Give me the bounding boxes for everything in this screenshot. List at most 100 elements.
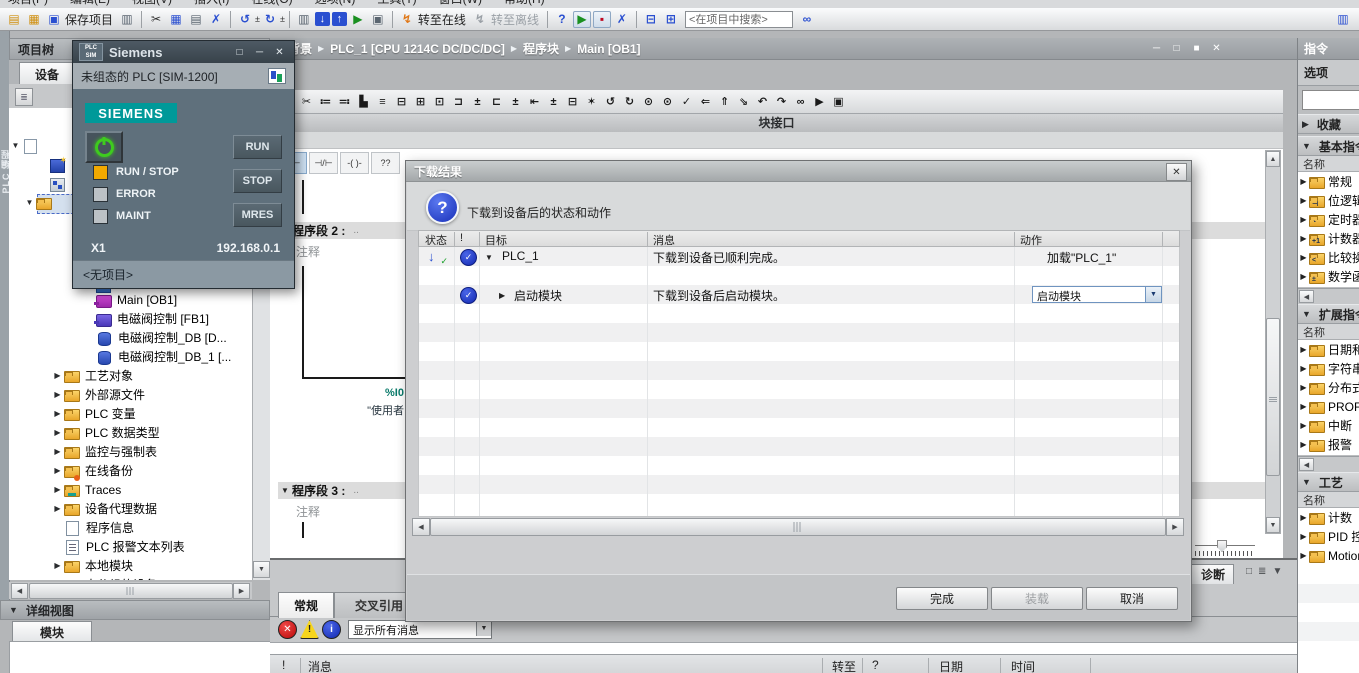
float-panel-icon[interactable]: □ [1246,566,1252,577]
search-project-icon[interactable]: ∞ [798,10,816,28]
scroll-thumb[interactable] [430,518,1166,536]
delete-icon[interactable]: ✗ [207,10,225,28]
collapse-icon[interactable]: ▼ [1302,477,1311,487]
expander-icon[interactable]: ▶ [1298,177,1309,186]
editor-tool-icon[interactable]: ⇘ [735,93,752,110]
cut-icon[interactable]: ✂ [147,10,165,28]
expand-icon[interactable]: ▶ [1302,119,1309,130]
editor-tool-icon[interactable]: ↷ [773,93,790,110]
expander-icon[interactable]: ▼ [23,198,36,207]
editor-tool-icon[interactable]: ± [545,93,562,110]
column-status[interactable]: 状态 [425,232,447,248]
editor-minimize-icon[interactable]: ─ [1148,41,1165,56]
split-vertical-icon[interactable]: ⊞ [662,10,680,28]
column-date[interactable]: 日期 [939,658,963,673]
instruction-folder[interactable]: ▶ 日期和时间 [1298,340,1359,359]
coil-icon[interactable]: -( )- [340,152,369,174]
stop-cpu-icon[interactable]: ▪ [593,11,611,28]
expander-icon[interactable]: ▼ [485,253,493,262]
extended-horizontal-scrollbar[interactable]: ◀ [1298,456,1359,473]
expander-icon[interactable]: ▶ [1298,272,1309,281]
instruction-folder[interactable]: ▶ +1 计数器操作 [1298,229,1359,248]
menu-item[interactable]: 帮助(H) [504,0,545,7]
redo-options-icon[interactable]: ± [280,14,285,24]
expander-icon[interactable]: ▶ [51,390,64,399]
contact-nc-icon[interactable]: ⊣/⊢ [309,152,338,174]
menu-item[interactable]: 在线(O) [251,0,292,7]
warnings-filter-icon[interactable]: ! [300,620,319,639]
editor-tool-icon[interactable]: ≕ [336,93,353,110]
tree-item[interactable]: ▶ 监控与强制表 [9,442,252,461]
instructions-search-input[interactable] [1302,90,1359,110]
start-simulation-icon[interactable]: ▶ [349,10,367,28]
open-project-icon[interactable]: ▦ [25,10,43,28]
go-online-icon[interactable]: ↯ [398,10,416,28]
tab-devices[interactable]: 设备 [19,62,75,85]
scroll-up-icon[interactable]: ▲ [1266,151,1280,167]
editor-tool-icon[interactable]: ⊡ [431,93,448,110]
paste-icon[interactable]: ▤ [187,10,205,28]
mres-button[interactable]: MRES [233,203,282,227]
column-exclaim[interactable]: ! [282,658,285,672]
download-to-device-icon[interactable]: ↓ [315,12,330,26]
editor-close-icon[interactable]: ✕ [1208,41,1225,56]
expander-icon[interactable]: ▶ [1298,532,1309,541]
editor-tool-icon[interactable]: ▣ [830,93,847,110]
power-button[interactable] [85,131,123,163]
operand-address[interactable]: %I0 [330,387,404,399]
instruction-folder[interactable]: ▶ 计数 [1298,508,1359,527]
instruction-folder[interactable]: ▶ ± 数学函数 [1298,267,1359,286]
basic-horizontal-scrollbar[interactable]: ◀ [1298,288,1359,305]
cancel-button[interactable]: 取消 [1086,587,1178,610]
go-online-label[interactable]: 转至在线 [418,11,466,28]
section-technology[interactable]: ▼ 工艺 [1298,472,1359,492]
scroll-right-icon[interactable]: ▶ [1166,518,1184,536]
message-filter-dropdown[interactable]: 显示所有消息 ▼ [348,620,492,639]
tab-modules[interactable]: 模块 [12,621,92,642]
tab-general[interactable]: 常规 [278,592,334,618]
tree-item[interactable]: 电磁阀控制 [FB1] [9,309,252,328]
scroll-down-icon[interactable]: ▼ [1266,517,1280,533]
editor-tool-icon[interactable]: ⇐ [697,93,714,110]
dialog-horizontal-scrollbar[interactable]: ◀ ▶ [412,518,1184,535]
editor-maximize-icon[interactable]: ■ [1188,41,1205,56]
editor-tool-icon[interactable]: ⊙ [659,93,676,110]
expander-icon[interactable]: ▶ [1298,402,1309,411]
dropdown-arrow-icon[interactable]: ▼ [1145,287,1161,302]
scroll-right-icon[interactable]: ▶ [233,583,250,599]
expander-icon[interactable]: ▼ [278,486,292,495]
print-icon[interactable]: ▥ [118,10,136,28]
tree-item[interactable]: ▶ PLC 变量 [9,404,252,423]
expander-icon[interactable]: ▶ [1298,215,1309,224]
breadcrumb-plc[interactable]: PLC_1 [CPU 1214C DC/DC/DC] [330,42,505,56]
expander-icon[interactable]: ▶ [51,447,64,456]
expander-icon[interactable]: ▶ [51,504,64,513]
column-message[interactable]: 消息 [653,232,675,248]
expander-icon[interactable]: ▶ [51,371,64,380]
menu-item[interactable]: 视图(V) [132,0,172,7]
collapse-icon[interactable]: ▼ [9,605,18,615]
expander-icon[interactable]: ▶ [1298,421,1309,430]
target-plc1[interactable]: PLC_1 [502,249,539,263]
instruction-folder[interactable]: ▶ PID 控制 [1298,527,1359,546]
save-project-icon[interactable]: ▣ [45,10,63,28]
expander-icon[interactable]: ▶ [51,485,64,494]
load-button[interactable]: 装载 [991,587,1083,610]
collapse-icon[interactable]: ▼ [1302,309,1311,319]
tree-item[interactable]: 电磁阀控制_DB_1 [... [9,347,252,366]
editor-tool-icon[interactable]: ⊐ [450,93,467,110]
scroll-left-icon[interactable]: ◀ [412,518,430,536]
column-time[interactable]: 时间 [1011,658,1035,673]
column-action[interactable]: 动作 [1020,232,1042,248]
sim-close-icon[interactable]: ✕ [271,45,288,60]
tree-item[interactable]: ▶ 本地模块 [9,556,252,575]
dialog-close-button[interactable]: ✕ [1166,163,1187,181]
scroll-thumb[interactable] [1266,318,1280,476]
tree-item[interactable]: ▶ 在线备份 [9,461,252,480]
expander-icon[interactable]: ▶ [1298,253,1309,262]
instruction-folder[interactable]: ▶ 字符串+字符 [1298,359,1359,378]
column-goto[interactable]: 转至 [832,658,856,673]
editor-tool-icon[interactable]: ± [507,93,524,110]
editor-tool-icon[interactable]: ⇤ [526,93,543,110]
scroll-left-icon[interactable]: ◀ [1299,290,1314,303]
